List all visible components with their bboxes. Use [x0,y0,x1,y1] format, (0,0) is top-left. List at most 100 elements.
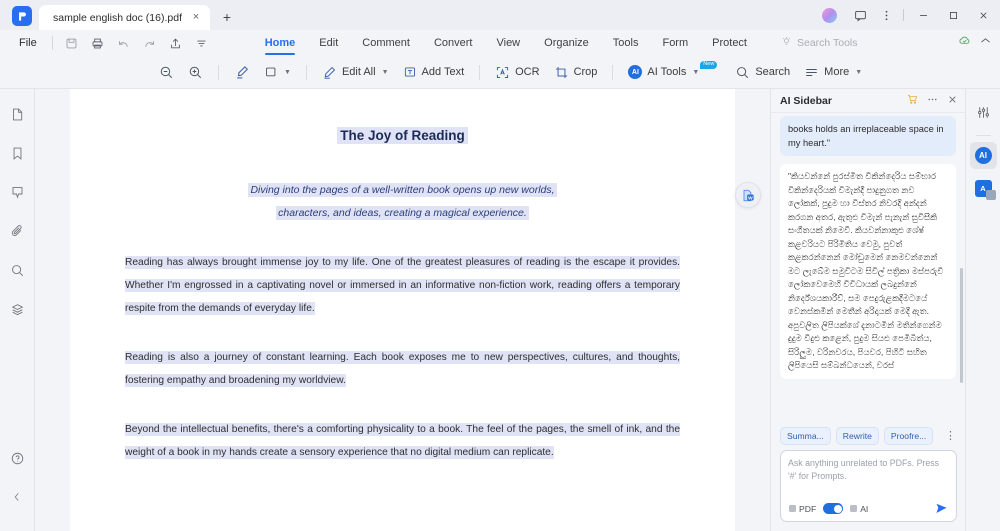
pdf-mode-tag[interactable]: PDF [789,504,816,514]
comment-icon[interactable] [4,179,30,205]
page-title: The Joy of Reading [337,127,468,144]
ribbon-tab-edit[interactable]: Edit [307,30,350,56]
add-text-label: Add Text [421,66,465,78]
zoom-out-button[interactable] [152,60,181,84]
more-tools-button[interactable]: More ▼ [797,60,869,84]
send-icon[interactable] [935,502,948,515]
more-menu-icon[interactable] [873,0,899,30]
redo-icon[interactable] [137,32,163,54]
more-options-icon[interactable] [927,92,938,110]
document-subtitle-line-1: Diving into the pages of a well-written … [248,183,557,197]
bookmark-icon[interactable] [4,140,30,166]
document-title-wrap: The Joy of Reading [125,121,680,145]
divider [975,135,991,136]
share-icon[interactable] [163,32,189,54]
help-icon[interactable] [4,445,30,471]
zoom-in-button[interactable] [181,60,210,84]
ai-mode-tag[interactable]: AI [850,504,868,514]
document-viewport[interactable]: The Joy of Reading Diving into the pages… [35,89,770,531]
search-icon[interactable] [4,257,30,283]
collapse-sidebar-icon[interactable] [4,484,30,510]
add-text-button[interactable]: Add Text [396,60,472,84]
ai-tools-label: AI Tools [647,66,687,78]
pdf-ai-toggle[interactable] [823,503,844,514]
document-paragraph: Beyond the intellectual benefits, there'… [125,418,680,464]
ribbon-tab-tools[interactable]: Tools [601,30,651,56]
properties-icon[interactable] [970,99,997,126]
ribbon-tab-convert[interactable]: Convert [422,30,485,56]
avatar[interactable] [822,7,837,23]
search-button[interactable]: Search [728,60,797,84]
ribbon-tab-home[interactable]: Home [253,30,308,56]
feedback-icon[interactable] [847,0,873,30]
quick-action-proofread[interactable]: Proofre... [883,427,934,445]
ribbon-tab-form[interactable]: Form [650,30,700,56]
stamp-icon[interactable] [4,296,30,322]
search-tools[interactable]: Search Tools [781,36,858,50]
ribbon-tab-protect[interactable]: Protect [700,30,759,56]
ai-composer[interactable]: Ask anything unrelated to PDFs. Press '#… [780,450,957,522]
cart-icon[interactable] [907,92,918,110]
highlight-button[interactable] [227,60,257,84]
ocr-icon [495,65,510,80]
save-icon[interactable] [59,32,85,54]
ai-message: books holds an irreplaceable space in my… [780,116,956,156]
customize-toolbar-icon[interactable] [189,32,215,54]
ai-quick-actions: Summa... Rewrite Proofre... ⋮ [771,423,965,450]
divider [479,64,481,80]
ai-prompt-input[interactable]: Ask anything unrelated to PDFs. Press '#… [781,451,956,502]
more-lines-icon [804,65,819,80]
title-bar: sample english doc (16).pdf × + [0,0,1000,30]
undo-icon[interactable] [111,32,137,54]
shape-button[interactable]: ▼ [257,60,298,84]
file-menu[interactable]: File [10,37,46,49]
ocr-button[interactable]: OCR [488,60,546,84]
cloud-sync-icon[interactable] [958,34,971,52]
maximize-button[interactable] [938,0,968,30]
ai-assistant-icon[interactable]: AI [969,142,997,169]
left-sidebar [0,89,35,531]
print-icon[interactable] [85,32,111,54]
close-icon[interactable] [947,92,958,110]
minimize-button[interactable] [908,0,938,30]
quick-actions-more-icon[interactable]: ⋮ [945,430,958,442]
pdf-to-word-icon[interactable]: W [735,182,761,208]
crop-button[interactable]: Crop [547,60,605,84]
document-page: The Joy of Reading Diving into the pages… [70,89,735,531]
ribbon-tab-comment[interactable]: Comment [350,30,422,56]
ocr-label: OCR [515,66,540,78]
ai-conversation[interactable]: books holds an irreplaceable space in my… [771,113,965,423]
quick-action-rewrite[interactable]: Rewrite [835,427,879,445]
app-logo-icon [12,6,32,26]
tool-bar: ▼ Edit All ▼ Add Text OCR Crop AI AI Too… [0,56,1000,89]
quick-action-summarize[interactable]: Summa... [780,427,831,445]
ai-conversation-scrollbar[interactable] [960,268,963,383]
right-sidebar: AI A [965,89,1000,531]
more-label: More [824,66,850,78]
ai-mode-label: AI [860,503,869,514]
ai-sidebar-title: AI Sidebar [780,94,832,107]
new-tab-button[interactable]: + [216,6,238,28]
zoom-in-icon [188,65,203,80]
chevron-down-icon: ▼ [381,68,389,76]
ai-badge: AI [974,147,992,164]
edit-all-button[interactable]: Edit All ▼ [315,60,396,84]
translate-icon[interactable]: A [970,175,997,202]
thumbnails-icon[interactable] [4,101,30,127]
collapse-ribbon-icon[interactable] [979,34,992,52]
ribbon-tabs: Home Edit Comment Convert View Organize … [253,30,759,56]
ai-sidebar-header-icons [907,92,958,110]
close-window-button[interactable] [968,0,998,30]
document-tab[interactable]: sample english doc (16).pdf × [39,5,210,30]
close-tab-icon[interactable]: × [188,10,204,26]
ai-composer-toolbar: PDF AI [781,502,956,521]
attachment-icon[interactable] [4,218,30,244]
divider [903,9,904,21]
search-icon [735,65,750,80]
ribbon-tab-view[interactable]: View [484,30,532,56]
search-label: Search [755,66,791,78]
ai-tools-button[interactable]: AI AI Tools ▼ New [621,60,728,84]
pdf-icon [789,505,796,512]
ribbon-tab-organize[interactable]: Organize [532,30,601,56]
svg-text:W: W [748,195,753,201]
